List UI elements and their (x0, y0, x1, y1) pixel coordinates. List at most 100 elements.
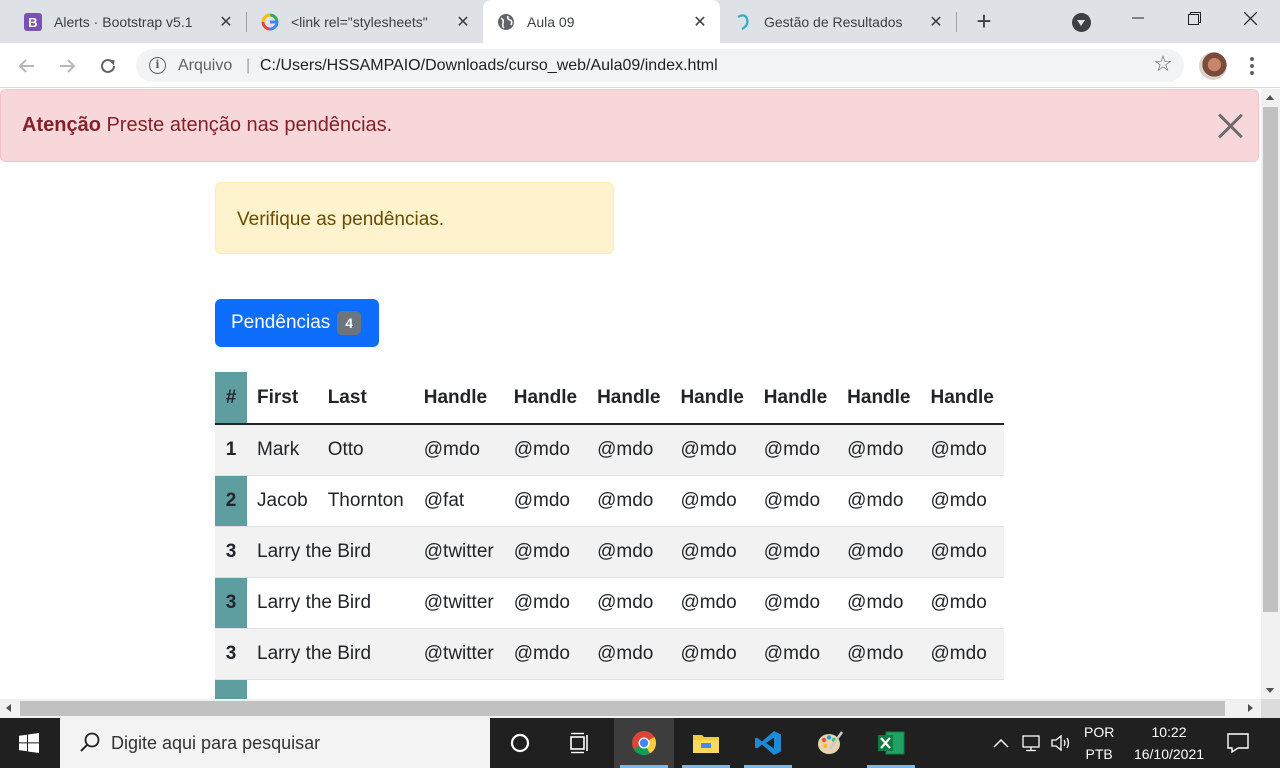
scrollbar-thumb[interactable] (20, 701, 1225, 716)
table-row: 2 Jacob Thornton @fat @mdo @mdo @mdo @md… (215, 475, 1004, 527)
table-cell: @mdo (670, 628, 754, 680)
scroll-left-icon[interactable] (6, 704, 11, 712)
avatar[interactable] (1199, 52, 1227, 80)
table-cell: @mdo (503, 475, 588, 527)
forward-button[interactable] (52, 51, 82, 81)
close-tab-icon[interactable]: ✕ (216, 12, 236, 32)
tab-bootstrap-alerts[interactable]: B Alerts · Bootstrap v5.1 ✕ (10, 0, 246, 43)
vscode-icon[interactable] (738, 718, 798, 768)
language-code: POR (1084, 724, 1115, 740)
table-cell: Jacob (247, 475, 318, 527)
horizontal-scrollbar[interactable] (0, 699, 1261, 718)
table-cell: @mdo (503, 424, 588, 476)
alert-close-button[interactable] (1217, 113, 1243, 139)
close-tab-icon[interactable]: ✕ (453, 12, 473, 32)
address-url[interactable]: C:/Users/HSSAMPAIO/Downloads/curso_web/A… (260, 57, 718, 75)
address-bar[interactable]: i Arquivo | C:/Users/HSSAMPAIO/Downloads… (136, 49, 1184, 82)
table-cell: @twitter (413, 526, 504, 578)
data-table: # First Last Handle Handle Handle Handle… (215, 372, 1004, 699)
column-header: Last (317, 372, 414, 425)
table-cell: Otto (317, 424, 414, 476)
table-cell: @mdo (920, 628, 1004, 680)
tab-title: <link rel="stylesheets" (291, 13, 428, 30)
table-cell: @mdo (587, 577, 671, 629)
start-button[interactable] (0, 718, 58, 768)
more-menu-icon[interactable] (1242, 54, 1262, 78)
search-placeholder: Digite aqui para pesquisar (111, 732, 321, 753)
scroll-down-icon[interactable] (1266, 688, 1274, 693)
network-icon[interactable] (1021, 718, 1043, 768)
scrollbar-corner (1261, 699, 1280, 718)
table-cell: @mdo (837, 424, 921, 476)
table-cell: @mdo (920, 577, 1004, 629)
info-icon[interactable]: i (149, 57, 166, 74)
pendencias-button[interactable]: Pendências 4 (215, 299, 379, 347)
table-row: 3 Larry the Bird @twitter @mdo @mdo @mdo… (215, 526, 1004, 578)
chrome-icon[interactable] (614, 718, 674, 768)
table-row: 3 Larry the Bird @twitter @mdo @mdo @mdo… (215, 628, 1004, 680)
column-header: Handle (753, 372, 838, 425)
back-button[interactable] (12, 51, 42, 81)
show-hidden-icons-icon[interactable] (993, 718, 1009, 768)
browser-toolbar: i Arquivo | C:/Users/HSSAMPAIO/Downloads… (0, 43, 1280, 88)
table-cell (247, 679, 1004, 699)
input-language-indicator[interactable]: POR PTB (1084, 718, 1114, 768)
table-cell: @mdo (753, 424, 838, 476)
warning-message: Verifique as pendências. (237, 209, 445, 230)
excel-icon[interactable] (861, 718, 921, 768)
task-view-icon[interactable] (550, 718, 610, 768)
clock[interactable]: 10:22 16/10/2021 (1130, 718, 1208, 768)
column-header: Handle (837, 372, 921, 425)
table-header-row: # First Last Handle Handle Handle Handle… (215, 372, 1004, 425)
clock-time: 10:22 (1151, 724, 1187, 740)
tab-gestao-resultados[interactable]: Gestão de Resultados ✕ (720, 0, 956, 43)
bookmark-star-icon[interactable]: ☆ (1150, 51, 1176, 77)
keyboard-layout: PTB (1085, 746, 1113, 762)
new-tab-button[interactable]: + (970, 8, 998, 35)
tab-strip: B Alerts · Bootstrap v5.1 ✕ <link rel="s… (0, 0, 1280, 43)
scroll-right-icon[interactable] (1248, 704, 1253, 712)
tab-title: Aula 09 (527, 13, 575, 30)
table-cell: @mdo (670, 577, 754, 629)
google-icon (261, 13, 279, 31)
vertical-scrollbar[interactable] (1261, 89, 1280, 699)
windows-icon (19, 733, 39, 753)
clock-date: 16/10/2021 (1133, 746, 1205, 762)
table-cell: @mdo (413, 424, 504, 476)
close-tab-icon[interactable]: ✕ (926, 12, 946, 32)
close-tab-icon[interactable]: ✕ (690, 12, 710, 32)
volume-icon[interactable] (1050, 718, 1072, 768)
minimize-button[interactable] (1110, 0, 1166, 36)
reload-button[interactable] (93, 51, 123, 81)
table-cell: @mdo (837, 577, 921, 629)
column-header: # (215, 372, 247, 425)
column-header: Handle (413, 372, 504, 425)
svg-text:B: B (28, 15, 37, 30)
table-row: 1 Mark Otto @mdo @mdo @mdo @mdo @mdo @md… (215, 424, 1004, 476)
tab-aula-09[interactable]: Aula 09 ✕ (483, 0, 720, 43)
cortana-icon[interactable] (490, 718, 550, 768)
tab-search-icon[interactable] (1072, 13, 1091, 32)
scrollbar-thumb[interactable] (1263, 107, 1278, 612)
paint-icon[interactable] (800, 718, 860, 768)
table-cell: @mdo (753, 577, 838, 629)
table-cell: @mdo (503, 526, 588, 578)
restore-button[interactable] (1166, 0, 1222, 36)
address-scheme: Arquivo (178, 57, 233, 74)
tab-title: Gestão de Resultados (764, 13, 903, 30)
alert-message: Preste atenção nas pendências. (106, 114, 393, 136)
file-explorer-icon[interactable] (676, 718, 736, 768)
alert-strong-text: Atenção (22, 114, 101, 136)
scroll-up-icon[interactable] (1266, 95, 1274, 100)
column-header: Handle (503, 372, 588, 425)
close-window-button[interactable] (1222, 0, 1278, 36)
table-cell: @mdo (753, 475, 838, 527)
taskbar-search-box[interactable]: Digite aqui para pesquisar (60, 718, 490, 768)
table-cell: Thornton (317, 475, 414, 527)
notifications-icon[interactable] (1226, 718, 1250, 768)
tab-title: Alerts · Bootstrap v5.1 (54, 13, 193, 30)
table-cell: @mdo (837, 628, 921, 680)
table-cell: Mark (247, 424, 318, 476)
tab-google-search[interactable]: <link rel="stylesheets" ✕ (247, 0, 483, 43)
address-separator: | (246, 57, 251, 74)
